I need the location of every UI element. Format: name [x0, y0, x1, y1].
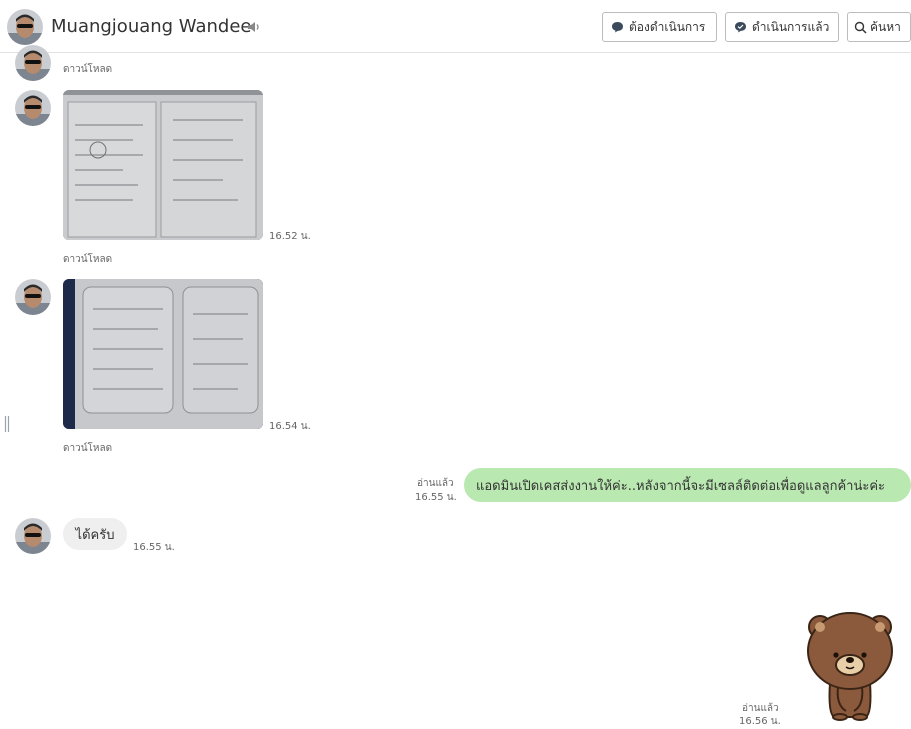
- sender-avatar[interactable]: [15, 45, 51, 81]
- download-link[interactable]: ดาวน์โหลด: [63, 441, 112, 456]
- photo-message[interactable]: [63, 90, 263, 240]
- message-time: 16.54 น.: [269, 421, 311, 432]
- download-link[interactable]: ดาวน์โหลด: [63, 252, 112, 267]
- sender-avatar[interactable]: [15, 279, 51, 315]
- search-button-label: ค้นหา: [870, 19, 901, 34]
- speech-bubble-check-icon: [735, 22, 746, 33]
- message-time: 16.52 น.: [269, 231, 311, 242]
- done-button-label: ดำเนินการแล้ว: [752, 19, 830, 34]
- outgoing-message-bubble[interactable]: แอดมินเปิดเคสส่งงานให้ค่ะ..หลังจากนี้จะม…: [464, 468, 911, 502]
- message-time: 16.55 น.: [133, 542, 175, 553]
- panel-resize-handle[interactable]: [4, 416, 10, 432]
- incoming-message-text: ได้ครับ: [75, 527, 115, 543]
- sender-avatar[interactable]: [15, 90, 51, 126]
- speech-bubble-icon: [612, 22, 623, 33]
- search-button[interactable]: ค้นหา: [847, 12, 911, 42]
- read-receipt: อ่านแล้ว: [417, 478, 454, 489]
- todo-button[interactable]: ต้องดำเนินการ: [602, 12, 717, 42]
- done-button[interactable]: ดำเนินการแล้ว: [725, 12, 839, 42]
- outgoing-message-text: แอดมินเปิดเคสส่งงานให้ค่ะ..หลังจากนี้จะม…: [476, 478, 886, 494]
- photo-message[interactable]: [63, 279, 263, 429]
- search-icon: [854, 21, 867, 34]
- message-time: 16.55 น.: [415, 492, 457, 503]
- speaker-icon[interactable]: [246, 19, 262, 35]
- chat-header: Muangjouang Wandee ต้องดำเนินการ ดำเนินก…: [0, 0, 911, 53]
- contact-name: Muangjouang Wandee: [51, 16, 252, 37]
- sender-avatar[interactable]: [15, 518, 51, 554]
- bear-sticker[interactable]: [800, 605, 900, 722]
- contact-avatar[interactable]: [7, 9, 43, 45]
- todo-button-label: ต้องดำเนินการ: [629, 19, 706, 34]
- download-link[interactable]: ดาวน์โหลด: [63, 62, 112, 77]
- incoming-message-bubble[interactable]: ได้ครับ: [63, 518, 127, 550]
